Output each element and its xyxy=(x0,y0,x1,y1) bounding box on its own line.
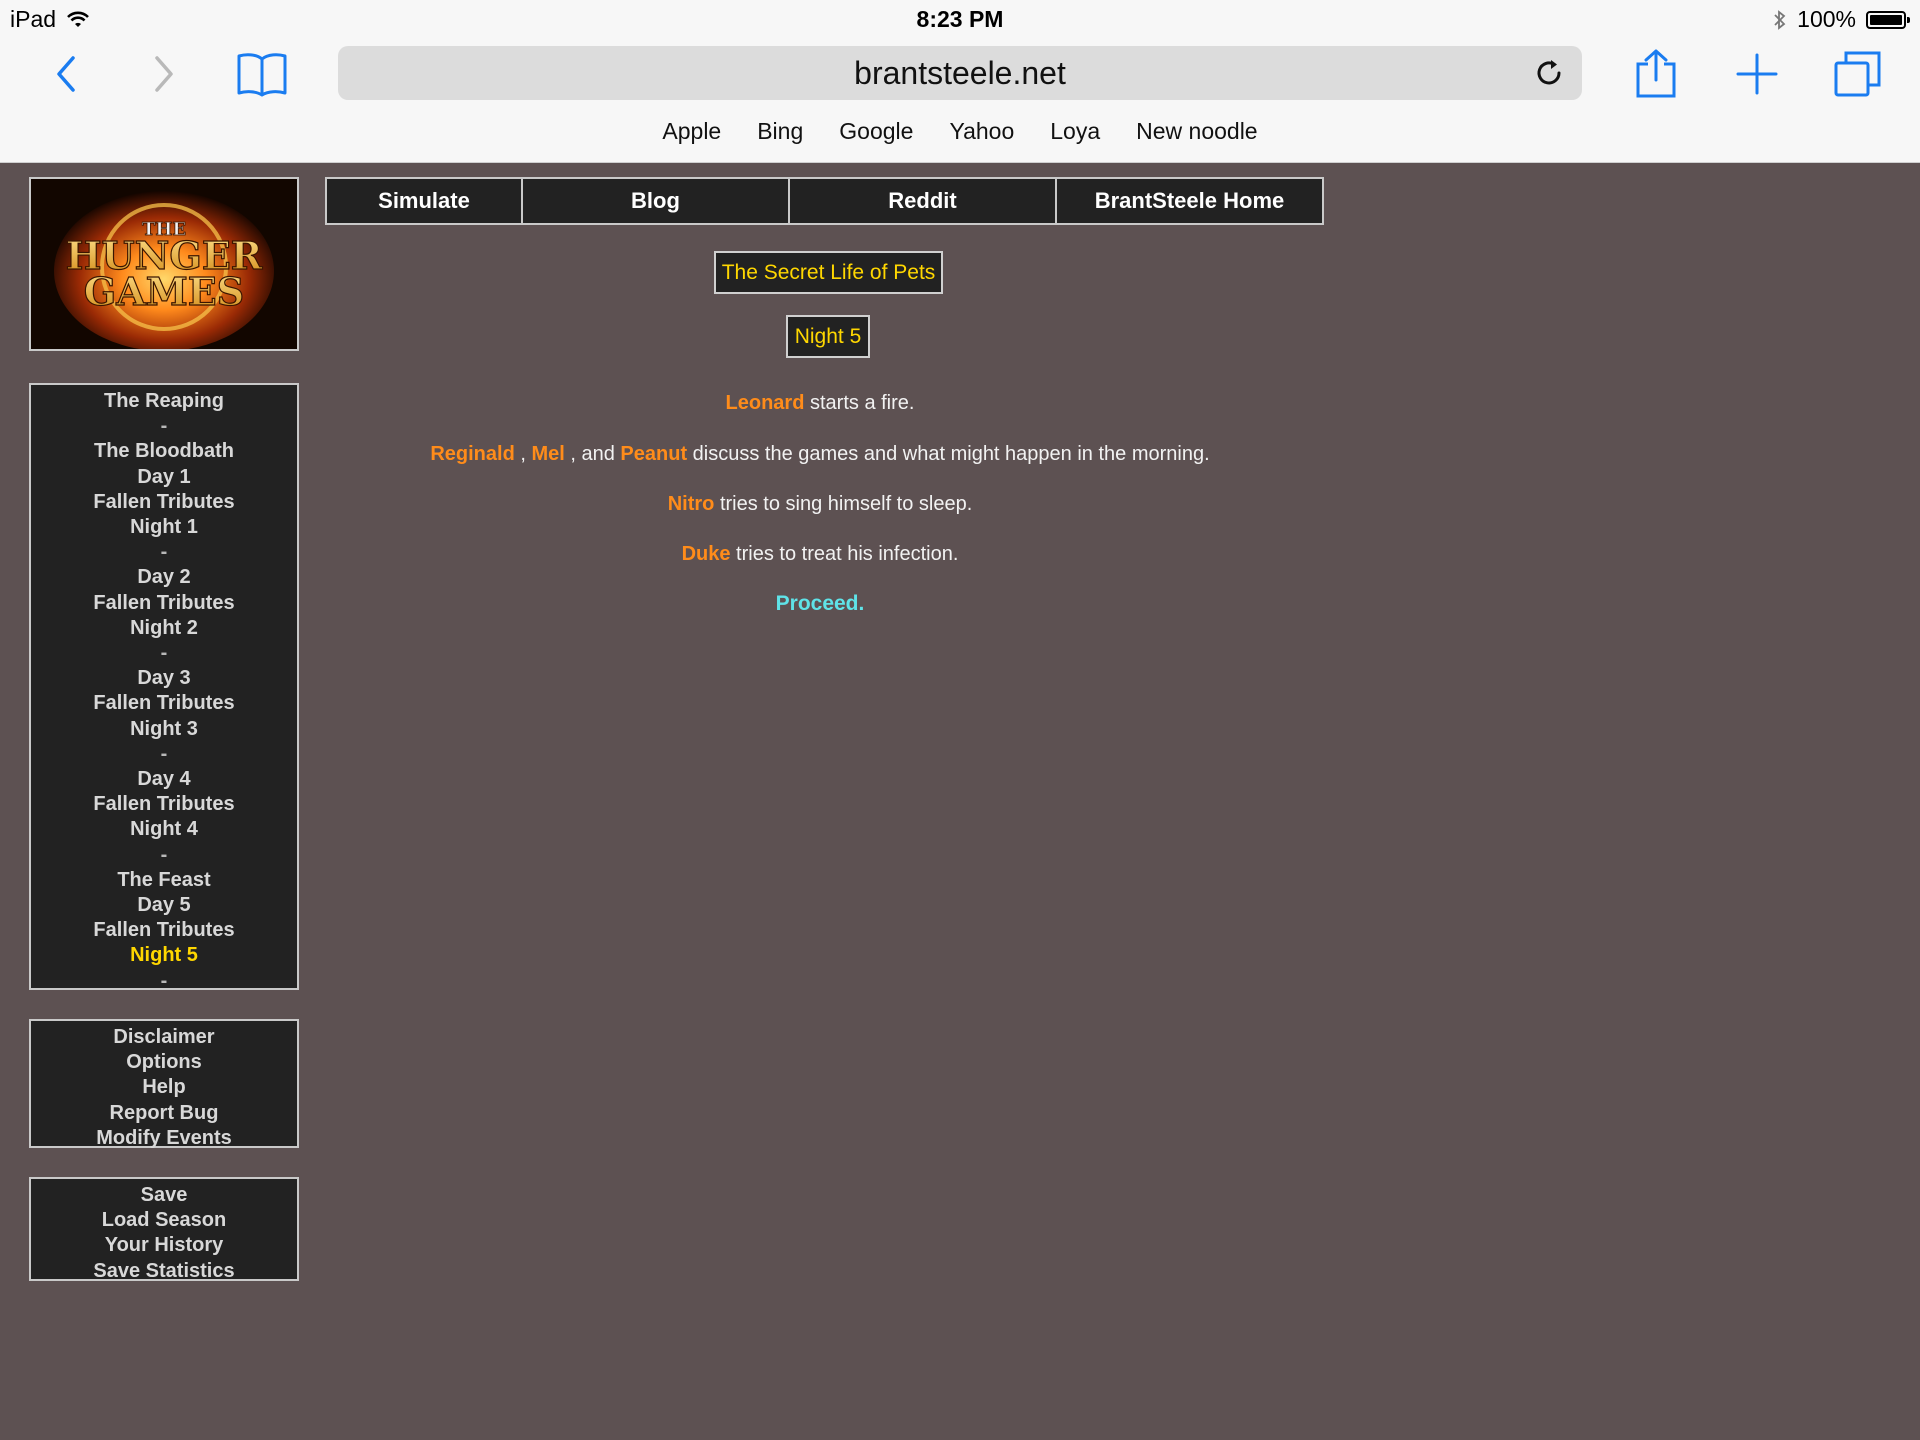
chevron-right-icon xyxy=(155,56,173,92)
sidebar-item-fallen-tributes[interactable]: Fallen Tributes xyxy=(31,792,297,817)
favorite-bing[interactable]: Bing xyxy=(739,118,821,148)
favorite-google[interactable]: Google xyxy=(821,118,931,148)
nav-simulate[interactable]: Simulate xyxy=(325,177,523,225)
sidebar-item-fallen-tributes[interactable]: Fallen Tributes xyxy=(31,591,297,616)
sidebar-item-fallen-tributes[interactable]: Fallen Tributes xyxy=(31,918,297,943)
hunger-games-logo[interactable]: THE HUNGER GAMES xyxy=(29,177,299,351)
sidebar-item-fallen-tributes[interactable]: Fallen Tributes xyxy=(31,691,297,716)
chevron-left-icon xyxy=(57,56,75,92)
browser-chrome: iPad 8:23 PM 100% brantsteele.net Apple … xyxy=(0,0,1920,163)
sidebar-item-help[interactable]: Help xyxy=(31,1075,297,1100)
sidebar-item-save-statistics[interactable]: Save Statistics xyxy=(31,1259,297,1284)
sidebar-save: Save Load Season Your History Save Statisti… xyxy=(29,1177,299,1284)
tribute-name: Peanut xyxy=(620,443,688,465)
back-button[interactable] xyxy=(38,46,94,102)
event-line: Leonard starts a fire. xyxy=(340,392,1300,415)
sidebar-item-report-bug[interactable]: Report Bug xyxy=(31,1101,297,1126)
tabs-button[interactable] xyxy=(1830,46,1886,102)
share-icon xyxy=(1636,49,1676,98)
sidebar-item-night-5[interactable]: Night 5 xyxy=(31,943,297,968)
tabs-icon xyxy=(1834,51,1881,97)
phase-title: Night 5 xyxy=(786,315,870,358)
tribute-name: Reginald xyxy=(430,443,515,465)
sidebar-item-load-season[interactable]: Load Season xyxy=(31,1208,297,1233)
bookmarks-button[interactable] xyxy=(234,46,290,102)
bluetooth-icon xyxy=(1774,9,1786,30)
sidebar-progress: The Reaping - The Bloodbath Day 1 Fallen Tri… xyxy=(29,383,299,992)
sidebar-separator: - xyxy=(160,843,168,866)
forward-button[interactable] xyxy=(136,46,192,102)
nav-reddit[interactable]: Reddit xyxy=(788,177,1057,225)
top-nav: Simulate Blog Reddit BrantSteele Home xyxy=(325,177,1324,225)
sidebar-item-disclaimer[interactable]: Disclaimer xyxy=(31,1025,297,1050)
tribute-name: Leonard xyxy=(725,392,805,414)
sidebar-separator: - xyxy=(160,642,168,665)
url-text: brantsteele.net xyxy=(854,54,1066,91)
event-text: , xyxy=(514,443,532,465)
share-button[interactable] xyxy=(1628,46,1684,102)
sidebar-separator: - xyxy=(160,415,168,438)
event-line: Nitro tries to sing himself to sleep. xyxy=(340,493,1300,516)
favorite-loya[interactable]: Loya xyxy=(1032,118,1118,148)
tribute-name: Mel xyxy=(531,443,565,465)
sidebar-item-fallen-tributes[interactable]: Fallen Tributes xyxy=(31,490,297,515)
book-icon xyxy=(237,53,287,97)
sidebar-item-night-3[interactable]: Night 3 xyxy=(31,717,297,742)
event-text: starts a fire. xyxy=(804,392,915,414)
status-time: 8:23 PM xyxy=(916,6,1004,32)
plus-icon xyxy=(1736,53,1778,95)
favorite-new-noodle[interactable]: New noodle xyxy=(1118,118,1275,148)
sidebar-separator: - xyxy=(160,969,168,992)
event-text: tries to treat his infection. xyxy=(730,543,959,565)
new-tab-button[interactable] xyxy=(1729,46,1785,102)
favorite-yahoo[interactable]: Yahoo xyxy=(931,118,1032,148)
nav-brantsteele-home[interactable]: BrantSteele Home xyxy=(1055,177,1324,225)
battery-icon xyxy=(1866,10,1910,29)
event-text: discuss the games and what might happen … xyxy=(687,443,1210,465)
sidebar-item-night-2[interactable]: Night 2 xyxy=(31,616,297,641)
sidebar-item-night-1[interactable]: Night 1 xyxy=(31,515,297,540)
favorites-bar: Apple Bing Google Yahoo Loya New noodle xyxy=(0,118,1920,148)
season-title: The Secret Life of Pets xyxy=(714,251,943,294)
event-line: Duke tries to treat his infection. xyxy=(340,543,1300,566)
sidebar-item-day-5[interactable]: Day 5 xyxy=(31,893,297,918)
status-right: 100% xyxy=(1773,6,1910,33)
sidebar-item-your-history[interactable]: Your History xyxy=(31,1233,297,1258)
sidebar-item-night-4[interactable]: Night 4 xyxy=(31,817,297,842)
sidebar-item-modify-events[interactable]: Modify Events xyxy=(31,1126,297,1151)
logo-image: THE HUNGER GAMES xyxy=(31,179,297,349)
sidebar-separator: - xyxy=(160,541,168,564)
sidebar-item-options[interactable]: Options xyxy=(31,1050,297,1075)
sidebar-item-day-4[interactable]: Day 4 xyxy=(31,767,297,792)
sidebar-item-day-1[interactable]: Day 1 xyxy=(31,465,297,490)
reload-icon[interactable] xyxy=(1532,56,1566,90)
sidebar-info: Disclaimer Options Help Report Bug Modify Ev… xyxy=(29,1019,299,1151)
event-text: tries to sing himself to sleep. xyxy=(714,493,973,515)
sidebar-item-the-bloodbath[interactable]: The Bloodbath xyxy=(31,439,297,464)
event-text: , and xyxy=(564,443,621,465)
sidebar-item-save[interactable]: Save xyxy=(31,1183,297,1208)
sidebar-item-day-2[interactable]: Day 2 xyxy=(31,565,297,590)
logo-line3: GAMES xyxy=(84,269,244,314)
sidebar-item-the-feast[interactable]: The Feast xyxy=(31,868,297,893)
favorite-apple[interactable]: Apple xyxy=(644,118,739,148)
event-line: Reginald , Mel , and Peanut discuss the … xyxy=(340,443,1300,466)
battery-percent: 100% xyxy=(1797,6,1856,32)
url-bar[interactable]: brantsteele.net xyxy=(338,46,1582,100)
sidebar-item-day-3[interactable]: Day 3 xyxy=(31,666,297,691)
proceed-link[interactable]: Proceed. xyxy=(340,592,1300,616)
tribute-name: Duke xyxy=(681,543,731,565)
tribute-name: Nitro xyxy=(667,493,715,515)
sidebar-item-the-reaping[interactable]: The Reaping xyxy=(31,389,297,414)
sidebar-separator: - xyxy=(160,742,168,765)
nav-blog[interactable]: Blog xyxy=(521,177,790,225)
